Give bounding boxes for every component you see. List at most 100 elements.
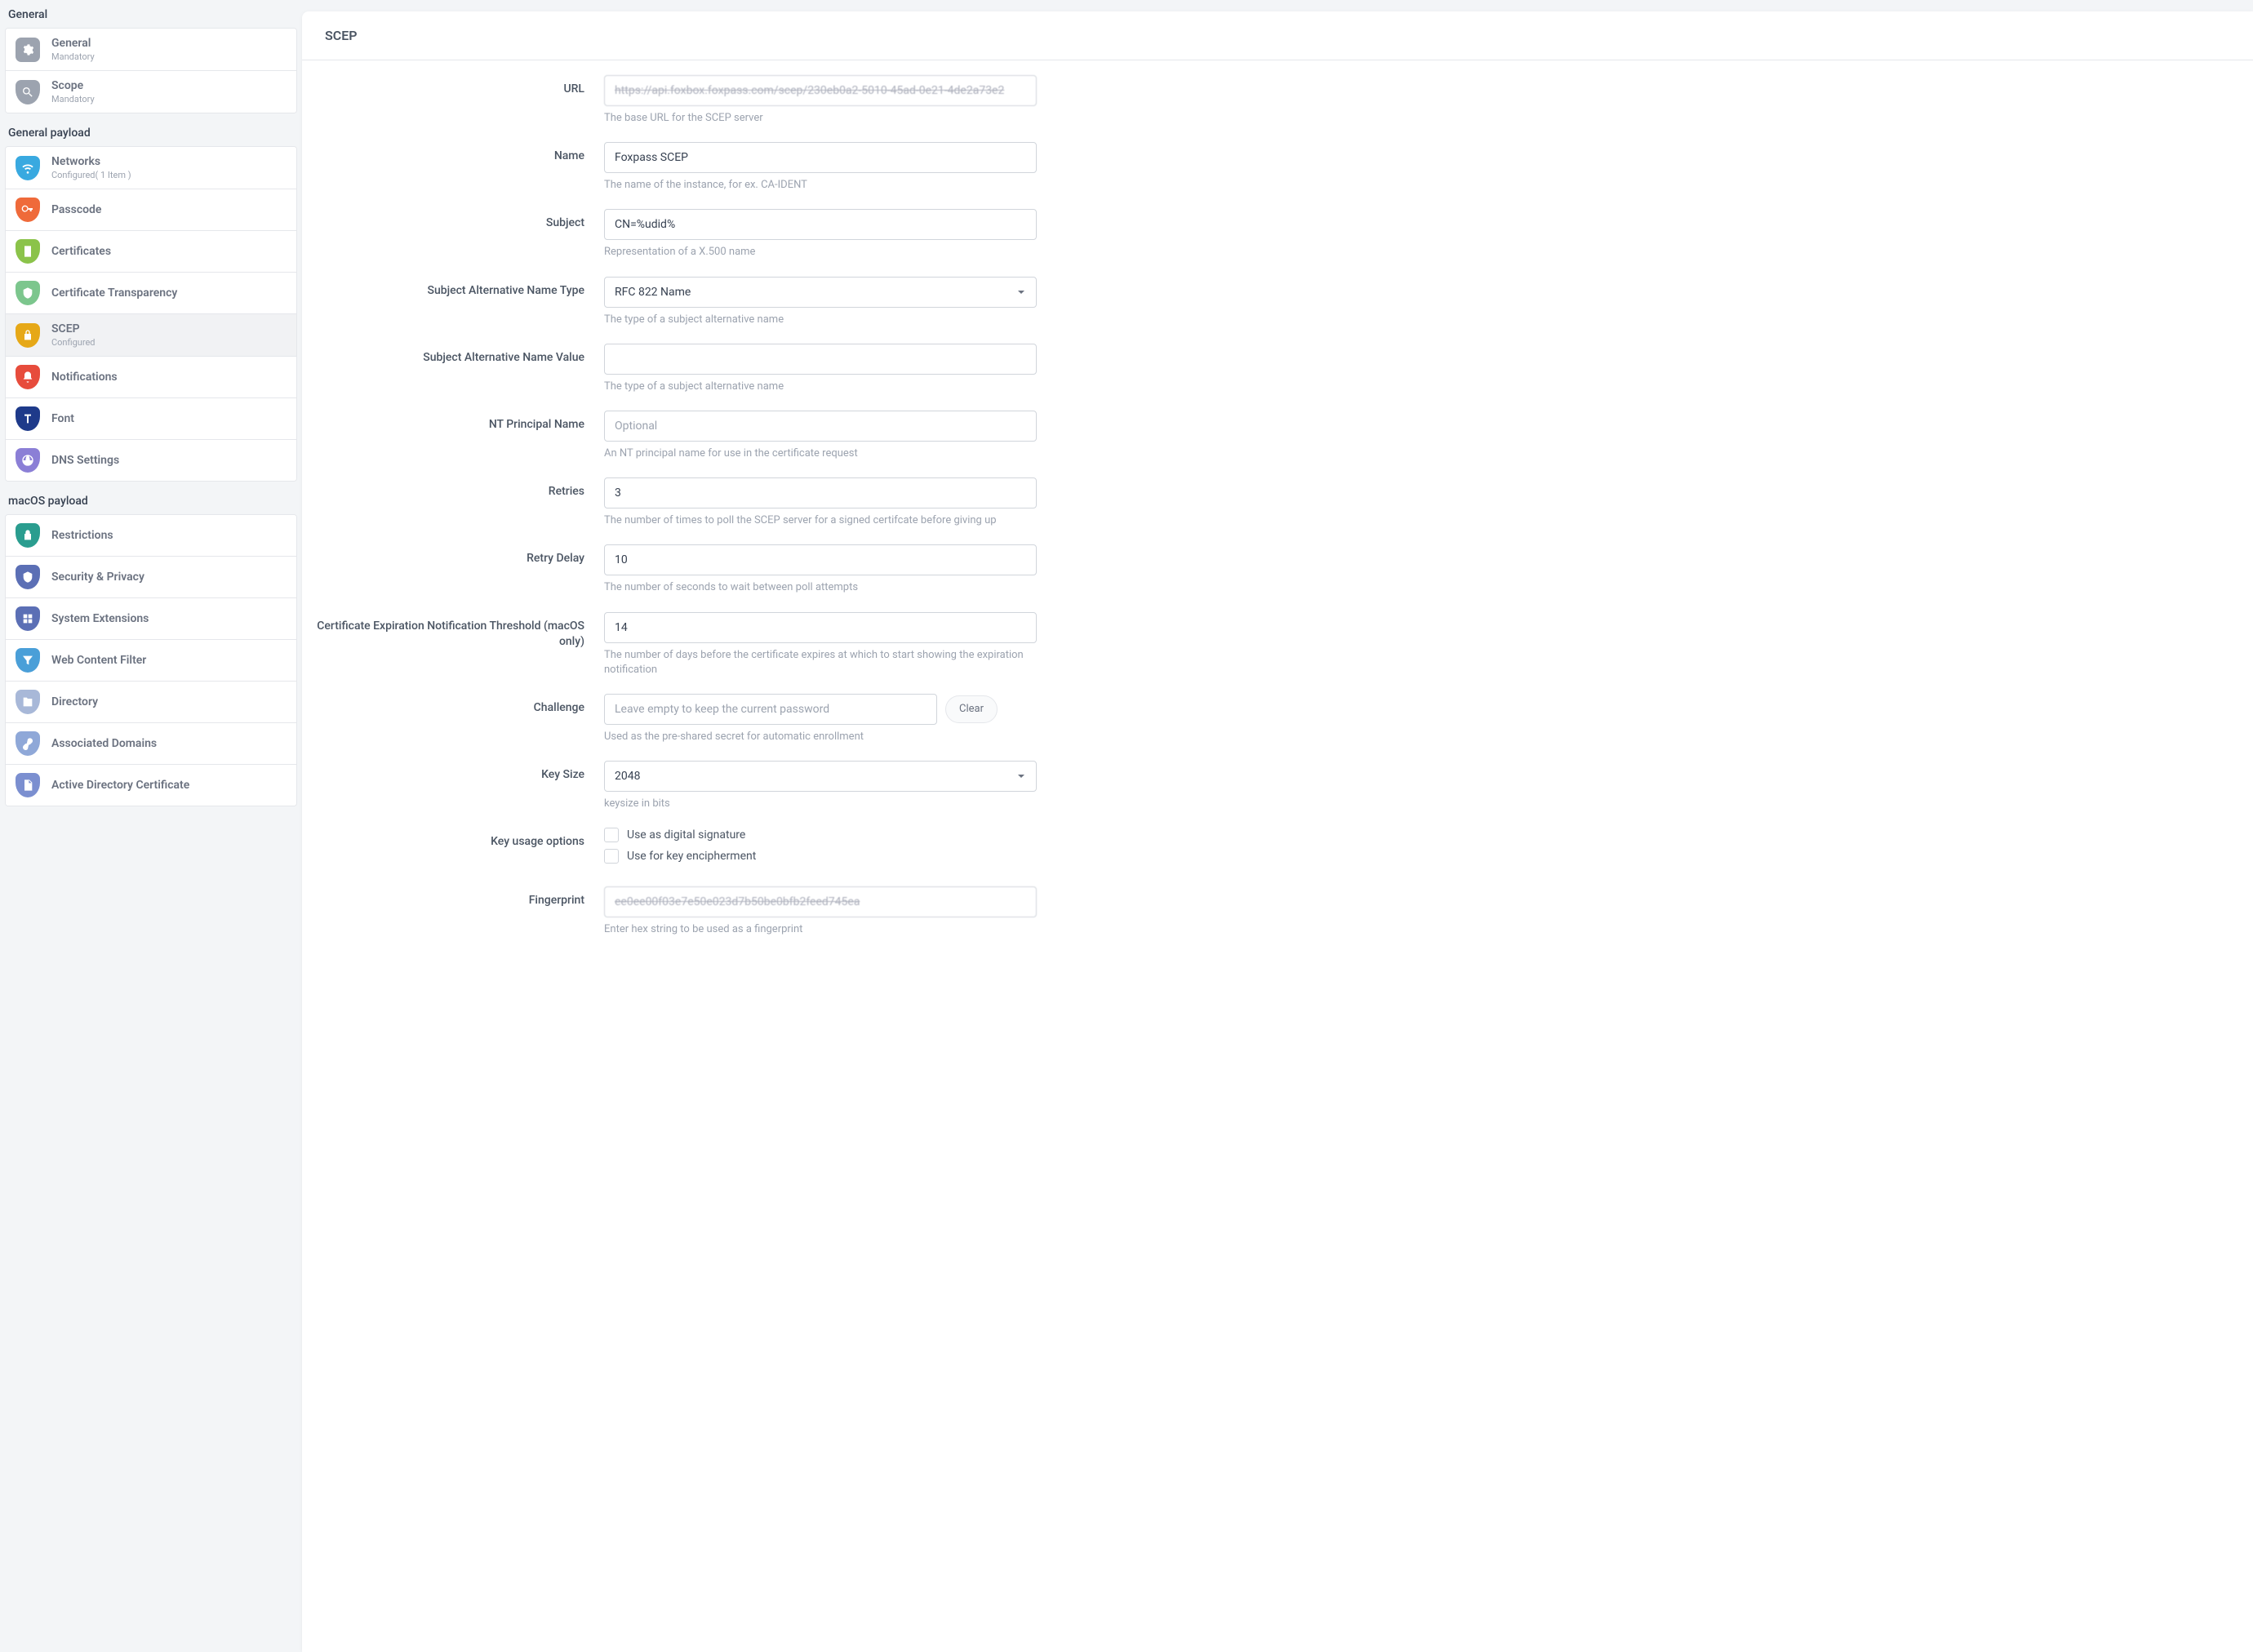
sidebar-item-certificates[interactable]: Certificates	[6, 231, 296, 273]
sidebar-item-dns[interactable]: DNS Settings	[6, 440, 296, 481]
input-subject[interactable]	[604, 209, 1037, 240]
sidebar: General General Mandatory Scope Mandator…	[0, 0, 302, 1652]
field-url: URL The base URL for the SCEP server	[302, 75, 2230, 126]
wifi-icon	[16, 156, 40, 180]
field-retries: Retries The number of times to poll the …	[302, 477, 2230, 528]
help-san-type: The type of a subject alternative name	[604, 313, 1037, 327]
sidebar-item-label: Associated Domains	[51, 737, 157, 750]
input-challenge[interactable]	[604, 694, 937, 725]
checkbox-label: Use as digital signature	[627, 828, 745, 842]
field-nt-principal: NT Principal Name An NT principal name f…	[302, 411, 2230, 461]
label-retries: Retries	[302, 477, 604, 500]
input-san-value[interactable]	[604, 344, 1037, 375]
nav-group-general: General Mandatory Scope Mandatory	[5, 28, 297, 113]
help-retries: The number of times to poll the SCEP ser…	[604, 513, 1037, 528]
sidebar-item-adcert[interactable]: Active Directory Certificate	[6, 765, 296, 806]
field-key-usage: Key usage options Use as digital signatu…	[302, 828, 2230, 870]
label-challenge: Challenge	[302, 694, 604, 717]
sidebar-item-label: Certificates	[51, 245, 111, 258]
help-name: The name of the instance, for ex. CA-IDE…	[604, 178, 1037, 193]
checkbox-row-digital-signature: Use as digital signature	[604, 828, 1037, 842]
field-retry-delay: Retry Delay The number of seconds to wai…	[302, 544, 2230, 595]
sidebar-item-label: Scope	[51, 79, 95, 92]
sidebar-item-label: Certificate Transparency	[51, 286, 177, 300]
field-key-size: Key Size 2048 keysize in bits	[302, 761, 2230, 811]
page-title: SCEP	[325, 28, 2230, 43]
input-url[interactable]	[604, 75, 1037, 106]
sidebar-item-sublabel: Configured( 1 Item )	[51, 170, 131, 180]
sidebar-item-sysext[interactable]: System Extensions	[6, 598, 296, 640]
lens-icon	[16, 80, 40, 104]
input-fingerprint[interactable]	[604, 886, 1037, 917]
sidebar-item-sublabel: Configured	[51, 337, 96, 348]
sidebar-item-label: SCEP	[51, 322, 96, 335]
field-cert-exp-notif: Certificate Expiration Notification Thre…	[302, 612, 2230, 677]
help-challenge: Used as the pre-shared secret for automa…	[604, 730, 1037, 744]
help-fingerprint: Enter hex string to be used as a fingerp…	[604, 922, 1037, 937]
sidebar-item-certtrans[interactable]: Certificate Transparency	[6, 273, 296, 314]
font-icon	[16, 406, 40, 431]
sidebar-item-networks[interactable]: Networks Configured( 1 Item )	[6, 147, 296, 189]
label-cert-exp-notif: Certificate Expiration Notification Thre…	[302, 612, 604, 651]
checkbox-digital-signature[interactable]	[604, 828, 619, 842]
dir-icon	[16, 690, 40, 714]
funnel-icon	[16, 648, 40, 673]
input-cert-exp-notif[interactable]	[604, 612, 1037, 643]
input-retries[interactable]	[604, 477, 1037, 508]
label-key-size: Key Size	[302, 761, 604, 784]
sidebar-item-passcode[interactable]: Passcode	[6, 189, 296, 231]
field-challenge: Challenge Clear Used as the pre-shared s…	[302, 694, 2230, 744]
shield-icon	[16, 565, 40, 589]
label-fingerprint: Fingerprint	[302, 886, 604, 909]
lock-icon	[16, 323, 40, 348]
field-san-value: Subject Alternative Name Value The type …	[302, 344, 2230, 394]
sidebar-item-label: Directory	[51, 695, 98, 708]
help-key-size: keysize in bits	[604, 797, 1037, 811]
help-url: The base URL for the SCEP server	[604, 111, 1037, 126]
gear-icon	[16, 38, 40, 62]
link-icon	[16, 731, 40, 756]
sidebar-item-label: Security & Privacy	[51, 571, 144, 584]
lock-icon	[16, 523, 40, 548]
globe-icon	[16, 448, 40, 473]
main-content: SCEP URL The base URL for the SCEP serve…	[302, 11, 2253, 1652]
field-name: Name The name of the instance, for ex. C…	[302, 142, 2230, 193]
input-nt-principal[interactable]	[604, 411, 1037, 442]
form-area: URL The base URL for the SCEP server Nam…	[302, 60, 2253, 986]
select-san-type[interactable]: RFC 822 Name	[604, 277, 1037, 308]
label-key-usage: Key usage options	[302, 828, 604, 850]
input-retry-delay[interactable]	[604, 544, 1037, 575]
sidebar-item-notifications[interactable]: Notifications	[6, 357, 296, 398]
bell-icon	[16, 365, 40, 389]
sidebar-item-directory[interactable]: Directory	[6, 682, 296, 723]
doc-icon	[16, 773, 40, 797]
sidebar-item-sublabel: Mandatory	[51, 94, 95, 104]
sidebar-item-label: Passcode	[51, 203, 101, 216]
grid-icon	[16, 606, 40, 631]
label-san-type: Subject Alternative Name Type	[302, 277, 604, 300]
sidebar-item-general[interactable]: General Mandatory	[6, 29, 296, 71]
checkbox-label: Use for key encipherment	[627, 850, 756, 863]
input-name[interactable]	[604, 142, 1037, 173]
help-retry-delay: The number of seconds to wait between po…	[604, 580, 1037, 595]
checkbox-key-encipherment[interactable]	[604, 849, 619, 864]
field-subject: Subject Representation of a X.500 name	[302, 209, 2230, 260]
sidebar-item-label: System Extensions	[51, 612, 149, 625]
sidebar-item-restrictions[interactable]: Restrictions	[6, 515, 296, 557]
sidebar-item-scep[interactable]: SCEP Configured	[6, 314, 296, 357]
cert-icon	[16, 239, 40, 264]
sidebar-item-webfilter[interactable]: Web Content Filter	[6, 640, 296, 682]
key-icon	[16, 198, 40, 222]
sidebar-item-font[interactable]: Font	[6, 398, 296, 440]
sidebar-item-assocdom[interactable]: Associated Domains	[6, 723, 296, 765]
sidebar-item-label: DNS Settings	[51, 454, 119, 467]
nav-group-macos-payload: Restrictions Security & Privacy System E…	[5, 514, 297, 806]
label-san-value: Subject Alternative Name Value	[302, 344, 604, 366]
clear-button[interactable]: Clear	[945, 695, 998, 723]
label-subject: Subject	[302, 209, 604, 232]
sidebar-item-security[interactable]: Security & Privacy	[6, 557, 296, 598]
sidebar-item-scope[interactable]: Scope Mandatory	[6, 71, 296, 113]
label-nt-principal: NT Principal Name	[302, 411, 604, 433]
select-key-size[interactable]: 2048	[604, 761, 1037, 792]
sidebar-item-label: Notifications	[51, 371, 118, 384]
